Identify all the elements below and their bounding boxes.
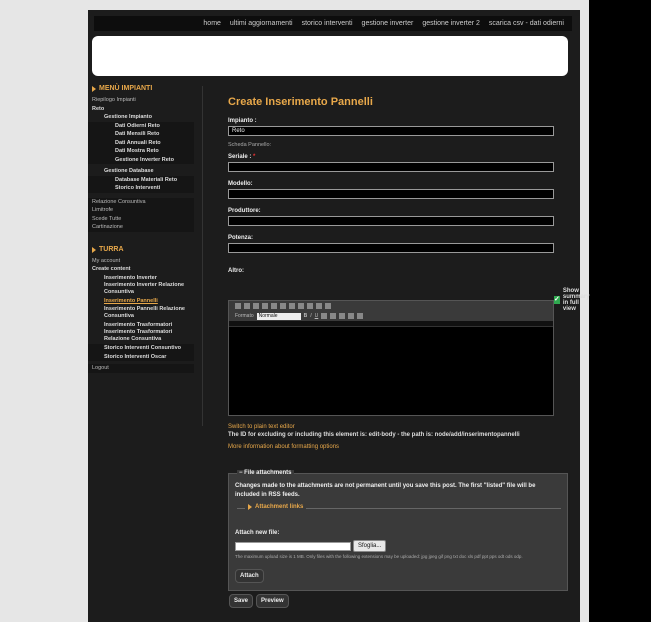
- sidebar-item[interactable]: Reto: [88, 105, 194, 114]
- align-left-icon[interactable]: [339, 313, 346, 319]
- sidebar-item[interactable]: My account: [88, 257, 194, 266]
- sidebar-item[interactable]: Database Materiali Reto: [88, 175, 194, 184]
- right-black-bar: [589, 0, 651, 622]
- paste-icon[interactable]: [262, 303, 268, 309]
- save-button[interactable]: Save: [229, 594, 254, 608]
- source-icon[interactable]: [235, 303, 241, 309]
- attachment-links-legend[interactable]: Attachment links: [245, 504, 307, 510]
- nav-ultimi-aggiornamenti[interactable]: ultimi aggiornamenti: [230, 20, 293, 27]
- table-icon[interactable]: [316, 303, 322, 309]
- sidebar-item[interactable]: Inserimento Inverter: [88, 274, 194, 283]
- sidebar-item-logout[interactable]: Logout: [88, 364, 194, 373]
- sidebar-item[interactable]: Storico Interventi Oscar: [88, 352, 194, 361]
- impianto-label: Impianto :: [228, 118, 257, 124]
- preview-button[interactable]: Preview: [256, 594, 289, 608]
- image-icon[interactable]: [307, 303, 313, 309]
- id-note: The ID for excluding or including this e…: [228, 432, 520, 438]
- potenza-label: Potenza:: [228, 235, 254, 241]
- attach-button[interactable]: Attach: [235, 569, 264, 583]
- cut-icon[interactable]: [244, 303, 250, 309]
- sidebar-item[interactable]: Inserimento Trasformatori Relazione Cons…: [88, 329, 194, 344]
- sidebar-item[interactable]: Gestione Impianto: [88, 113, 194, 122]
- attachments-note: Changes made to the attachments are not …: [235, 483, 536, 498]
- seriale-label: Seriale : *: [228, 154, 256, 160]
- nav-home[interactable]: home: [203, 20, 221, 27]
- browse-button[interactable]: Sfoglia...: [353, 540, 387, 552]
- editor-header-strip: [229, 321, 553, 327]
- modello-field[interactable]: [228, 189, 554, 199]
- align-right-icon[interactable]: [357, 313, 364, 319]
- copy-icon[interactable]: [253, 303, 259, 309]
- nav-scarica-csv[interactable]: scarica csv - dati odierni: [489, 20, 564, 27]
- sidebar-item[interactable]: Gestione Inverter Reto: [88, 155, 194, 164]
- more-info-link[interactable]: More information about formatting option…: [228, 444, 573, 450]
- switch-plain-link[interactable]: Switch to plain text editor: [228, 424, 573, 430]
- menu-turra-title: TURRA: [88, 245, 194, 255]
- triangle-icon: [248, 504, 252, 510]
- sidebar-item[interactable]: Dati Mensili Reto: [88, 130, 194, 139]
- italic-icon[interactable]: I: [310, 313, 311, 319]
- sidebar-item[interactable]: Inserimento Inverter Relazione Consuntiv…: [88, 282, 194, 297]
- align-center-icon[interactable]: [348, 313, 355, 319]
- produttore-label: Produttore:: [228, 208, 261, 214]
- checkbox-icon[interactable]: ✓: [554, 296, 560, 304]
- sidebar-item[interactable]: Scede Tutte: [88, 214, 194, 223]
- nav-gestione-inverter-2[interactable]: gestione inverter 2: [422, 20, 480, 27]
- potenza-field[interactable]: [228, 243, 554, 253]
- triangle-icon: [92, 86, 96, 92]
- sidebar-item[interactable]: Storico Interventi: [88, 184, 194, 193]
- sidebar-item[interactable]: Dati Mostra Reto: [88, 147, 194, 156]
- main-content: Create Inserimento Pannelli Impianto : R…: [228, 96, 573, 276]
- redo-icon[interactable]: [280, 303, 286, 309]
- file-attachments-fieldset: − File attachments Changes made to the a…: [228, 470, 568, 591]
- page-container: home ultimi aggiornamenti storico interv…: [88, 10, 590, 622]
- page-title: Create Inserimento Pannelli: [228, 96, 373, 108]
- sidebar-item[interactable]: Create content: [88, 265, 194, 274]
- sidebar-item[interactable]: Dati Annuali Reto: [88, 138, 194, 147]
- attach-label: Attach new file:: [235, 530, 280, 536]
- sidebar-item[interactable]: Storico Interventi Consuntivo: [88, 344, 194, 353]
- list-icon[interactable]: [321, 313, 328, 319]
- modello-label: Modello:: [228, 181, 253, 187]
- format-label: Formato: [235, 313, 254, 319]
- nav-gestione-inverter[interactable]: gestione inverter: [362, 20, 414, 27]
- sidebar-item[interactable]: Inserimento Trasformatori: [88, 321, 194, 330]
- impianto-field[interactable]: Reto: [228, 126, 554, 136]
- seriale-field[interactable]: [228, 162, 554, 172]
- format-select[interactable]: Normale: [256, 312, 301, 320]
- sidebar-divider: [202, 86, 203, 426]
- sidebar-item[interactable]: Cartinazione: [88, 223, 194, 232]
- nav-storico-interventi[interactable]: storico interventi: [302, 20, 353, 27]
- altro-label: Altro:: [228, 268, 244, 274]
- scheda-label: Scheda Pannello:: [228, 142, 272, 148]
- sidebar-item[interactable]: Limitrofe: [88, 206, 194, 215]
- link-icon[interactable]: [298, 303, 304, 309]
- sidebar-item[interactable]: Riepilogo Impianti: [88, 96, 194, 105]
- attachments-legend[interactable]: − File attachments: [237, 470, 294, 476]
- upload-limits-text: The maximum upload size is 1 MB. Only fi…: [235, 554, 523, 559]
- triangle-icon: [92, 246, 96, 253]
- sidebar-item-active[interactable]: Inserimento Pannelli: [88, 297, 194, 306]
- sidebar-item[interactable]: Inserimento Pannelli Relazione Consuntiv…: [88, 306, 194, 321]
- show-summary-toggle[interactable]: ✓ Show summary in full view: [554, 288, 592, 312]
- file-input[interactable]: [235, 542, 351, 551]
- sidebar-item[interactable]: Relazione Consuntiva: [88, 197, 194, 206]
- indent-icon[interactable]: [330, 313, 337, 319]
- produttore-field[interactable]: [228, 216, 554, 226]
- editor-toolbar: Formato Normale B I U: [229, 301, 553, 321]
- sidebar: MENÙ IMPIANTI Riepilogo Impianti Reto Ge…: [88, 84, 194, 429]
- rich-text-editor[interactable]: Formato Normale B I U: [228, 300, 554, 416]
- editor-links: Switch to plain text editor The ID for e…: [228, 424, 573, 450]
- underline-icon[interactable]: U: [315, 313, 319, 319]
- undo-icon[interactable]: [271, 303, 277, 309]
- smiley-icon[interactable]: [325, 303, 331, 309]
- bold-icon[interactable]: B: [304, 313, 308, 319]
- sidebar-item[interactable]: Gestione Database: [88, 167, 194, 176]
- top-nav: home ultimi aggiornamenti storico interv…: [94, 16, 572, 31]
- find-icon[interactable]: [289, 303, 295, 309]
- menu-impianti-title: MENÙ IMPIANTI: [88, 84, 194, 94]
- header-banner: [92, 36, 568, 76]
- sidebar-item[interactable]: Dati Odierni Reto: [88, 121, 194, 130]
